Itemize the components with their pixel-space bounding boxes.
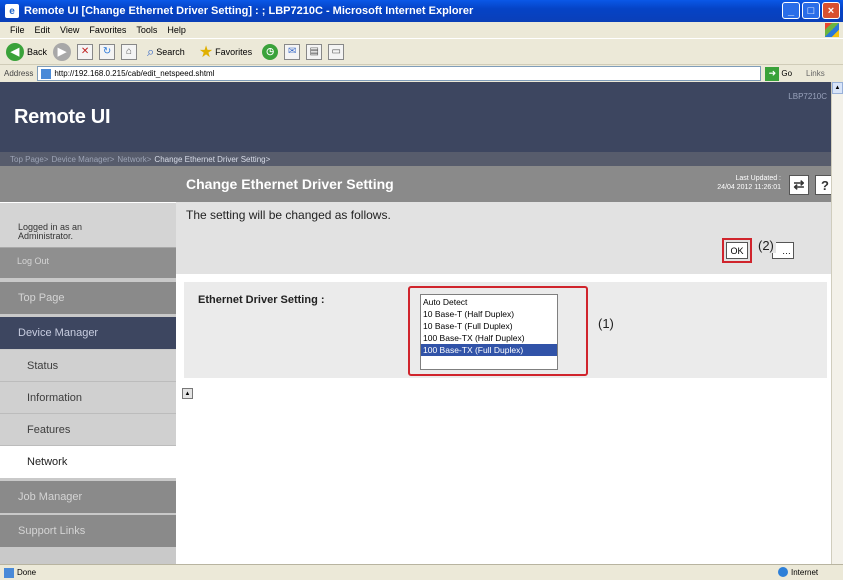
breadcrumb-top-page[interactable]: Top Page> bbox=[10, 155, 48, 164]
home-icon[interactable]: ⌂ bbox=[121, 43, 138, 60]
last-updated: Last Updated : 24/04 2012 11:26:01 bbox=[717, 174, 781, 192]
breadcrumb-current: Change Ethernet Driver Setting> bbox=[154, 154, 271, 164]
ethernet-driver-listbox[interactable]: Auto Detect 10 Base-T (Half Duplex) 10 B… bbox=[420, 294, 558, 370]
option-100base-tx-full[interactable]: 100 Base-TX (Full Duplex) bbox=[421, 344, 557, 356]
web-page: Remote UI LBP7210C Top Page> Device Mana… bbox=[0, 82, 843, 564]
windows-logo-icon bbox=[825, 23, 839, 37]
option-10base-t-half[interactable]: 10 Base-T (Half Duplex) bbox=[421, 308, 557, 320]
breadcrumb: Top Page> Device Manager> Network> Chang… bbox=[0, 152, 843, 166]
address-url: http://192.168.0.215/cab/edit_netspeed.s… bbox=[54, 69, 215, 78]
window-controls: _ □ × bbox=[782, 2, 840, 19]
sidebar-item-job-manager[interactable]: Job Manager bbox=[0, 481, 176, 513]
history-icon: ◷ bbox=[262, 43, 279, 60]
option-auto-detect[interactable]: Auto Detect bbox=[421, 296, 557, 308]
breadcrumb-device-manager[interactable]: Device Manager> bbox=[51, 155, 114, 164]
internet-globe-icon bbox=[778, 567, 788, 577]
page-icon bbox=[41, 68, 52, 79]
sidebar-item-top-page[interactable]: Top Page bbox=[0, 282, 176, 314]
refresh-page-icon[interactable]: ↻ bbox=[99, 43, 116, 60]
page-done-icon bbox=[4, 567, 14, 578]
sidebar-item-features[interactable]: Features bbox=[0, 414, 176, 446]
forward-arrow-icon: ▶ bbox=[53, 42, 72, 61]
remote-ui-header: Remote UI LBP7210C bbox=[0, 82, 843, 152]
back-arrow-icon: ◀ bbox=[6, 42, 24, 61]
sidebar: Logged in as an Administrator. Log Out T… bbox=[0, 166, 176, 564]
ie-logo-icon: e bbox=[5, 4, 19, 18]
zone-text: Internet bbox=[791, 567, 819, 577]
search-icon: ⌕ bbox=[147, 43, 155, 59]
go-label: Go bbox=[781, 69, 793, 78]
address-input[interactable]: http://192.168.0.215/cab/edit_netspeed.s… bbox=[37, 66, 762, 81]
search-button[interactable]: ⌕ Search bbox=[147, 44, 185, 60]
option-100base-tx-half[interactable]: 100 Base-TX (Half Duplex) bbox=[421, 332, 557, 344]
confirmation-panel: The setting will be changed as follows. … bbox=[176, 202, 843, 274]
edit-icon[interactable]: ▭ bbox=[328, 43, 345, 60]
callout-1: (1) bbox=[598, 316, 614, 331]
maximize-button[interactable]: □ bbox=[802, 2, 820, 19]
refresh-icon: ⇄ bbox=[793, 177, 805, 192]
menu-edit[interactable]: Edit bbox=[35, 25, 51, 35]
content-title-bar: Change Ethernet Driver Setting Last Upda… bbox=[176, 166, 843, 202]
toolbar: ◀ Back ▶ ✕ ↻ ⌂ ⌕ Search ★ Favorites ◷ ✉ … bbox=[0, 38, 843, 64]
last-updated-label: Last Updated : bbox=[735, 175, 781, 182]
status-done: Done bbox=[4, 567, 37, 578]
sidebar-item-information[interactable]: Information bbox=[0, 382, 176, 414]
confirmation-message: The setting will be changed as follows. bbox=[186, 208, 391, 222]
last-updated-value: 24/04 2012 11:26:01 bbox=[717, 184, 781, 191]
back-button[interactable]: ◀ Back bbox=[6, 42, 48, 61]
menu-file[interactable]: File bbox=[10, 25, 25, 35]
favorites-label: Favorites bbox=[215, 46, 253, 57]
favorites-star-icon: ★ bbox=[198, 43, 214, 61]
page-title: Change Ethernet Driver Setting bbox=[186, 176, 394, 192]
address-label: Address bbox=[4, 69, 34, 78]
status-text: Done bbox=[17, 568, 37, 577]
login-text-line2: Administrator. bbox=[18, 231, 74, 241]
favorites-button[interactable]: ★ Favorites bbox=[191, 42, 252, 62]
print-icon[interactable]: ▤ bbox=[306, 43, 323, 60]
window-title: Remote UI [Change Ethernet Driver Settin… bbox=[24, 5, 474, 17]
sidebar-item-support-links[interactable]: Support Links bbox=[0, 515, 176, 547]
mail-icon[interactable]: ✉ bbox=[284, 43, 301, 60]
sidebar-item-network[interactable]: Network bbox=[0, 446, 176, 478]
back-to-top-icon[interactable]: ▲ bbox=[182, 388, 193, 399]
vertical-scrollbar[interactable]: ▲ bbox=[831, 82, 843, 564]
sidebar-item-status[interactable]: Status bbox=[0, 350, 176, 382]
window-titlebar: e Remote UI [Change Ethernet Driver Sett… bbox=[0, 0, 843, 22]
go-arrow-icon: ➜ bbox=[765, 66, 780, 81]
breadcrumb-network[interactable]: Network> bbox=[117, 155, 151, 164]
menu-bar: File Edit View Favorites Tools Help bbox=[0, 22, 843, 38]
menu-help[interactable]: Help bbox=[167, 25, 186, 35]
logout-label: Log Out bbox=[17, 256, 50, 266]
security-zone: Internet bbox=[778, 567, 818, 577]
ok-button[interactable]: OK bbox=[726, 242, 748, 259]
sidebar-header bbox=[0, 166, 176, 202]
logout-link[interactable]: Log Out bbox=[0, 248, 176, 278]
links-button[interactable]: Links bbox=[806, 69, 825, 78]
option-10base-t-full[interactable]: 10 Base-T (Full Duplex) bbox=[421, 320, 557, 332]
back-label: Back bbox=[27, 46, 48, 57]
scroll-up-arrow-icon[interactable]: ▲ bbox=[832, 82, 843, 94]
refresh-button[interactable]: ⇄ bbox=[789, 175, 809, 195]
stop-icon[interactable]: ✕ bbox=[77, 43, 94, 60]
forward-button[interactable]: ▶ bbox=[53, 42, 72, 61]
login-text: Logged in as an Administrator. bbox=[18, 223, 82, 241]
minimize-button[interactable]: _ bbox=[782, 2, 800, 19]
sidebar-item-device-manager[interactable]: Device Manager bbox=[0, 317, 176, 349]
history-button[interactable]: ◷ bbox=[262, 43, 279, 60]
callout-2: (2) bbox=[756, 238, 776, 253]
menu-tools[interactable]: Tools bbox=[136, 25, 157, 35]
menu-view[interactable]: View bbox=[60, 25, 79, 35]
status-bar: Done Internet bbox=[0, 564, 843, 580]
menu-favorites[interactable]: Favorites bbox=[89, 25, 126, 35]
brand-logo: Remote UI bbox=[14, 106, 111, 128]
device-model: LBP7210C bbox=[788, 92, 827, 101]
close-button[interactable]: × bbox=[822, 2, 840, 19]
setting-panel: Ethernet Driver Setting : Auto Detect 10… bbox=[184, 282, 827, 378]
address-bar: Address http://192.168.0.215/cab/edit_ne… bbox=[0, 64, 843, 82]
login-status: Logged in as an Administrator. bbox=[0, 202, 176, 248]
search-label: Search bbox=[156, 46, 185, 57]
go-button[interactable]: ➜ Go bbox=[765, 66, 793, 81]
ethernet-driver-setting-label: Ethernet Driver Setting : bbox=[198, 294, 325, 306]
